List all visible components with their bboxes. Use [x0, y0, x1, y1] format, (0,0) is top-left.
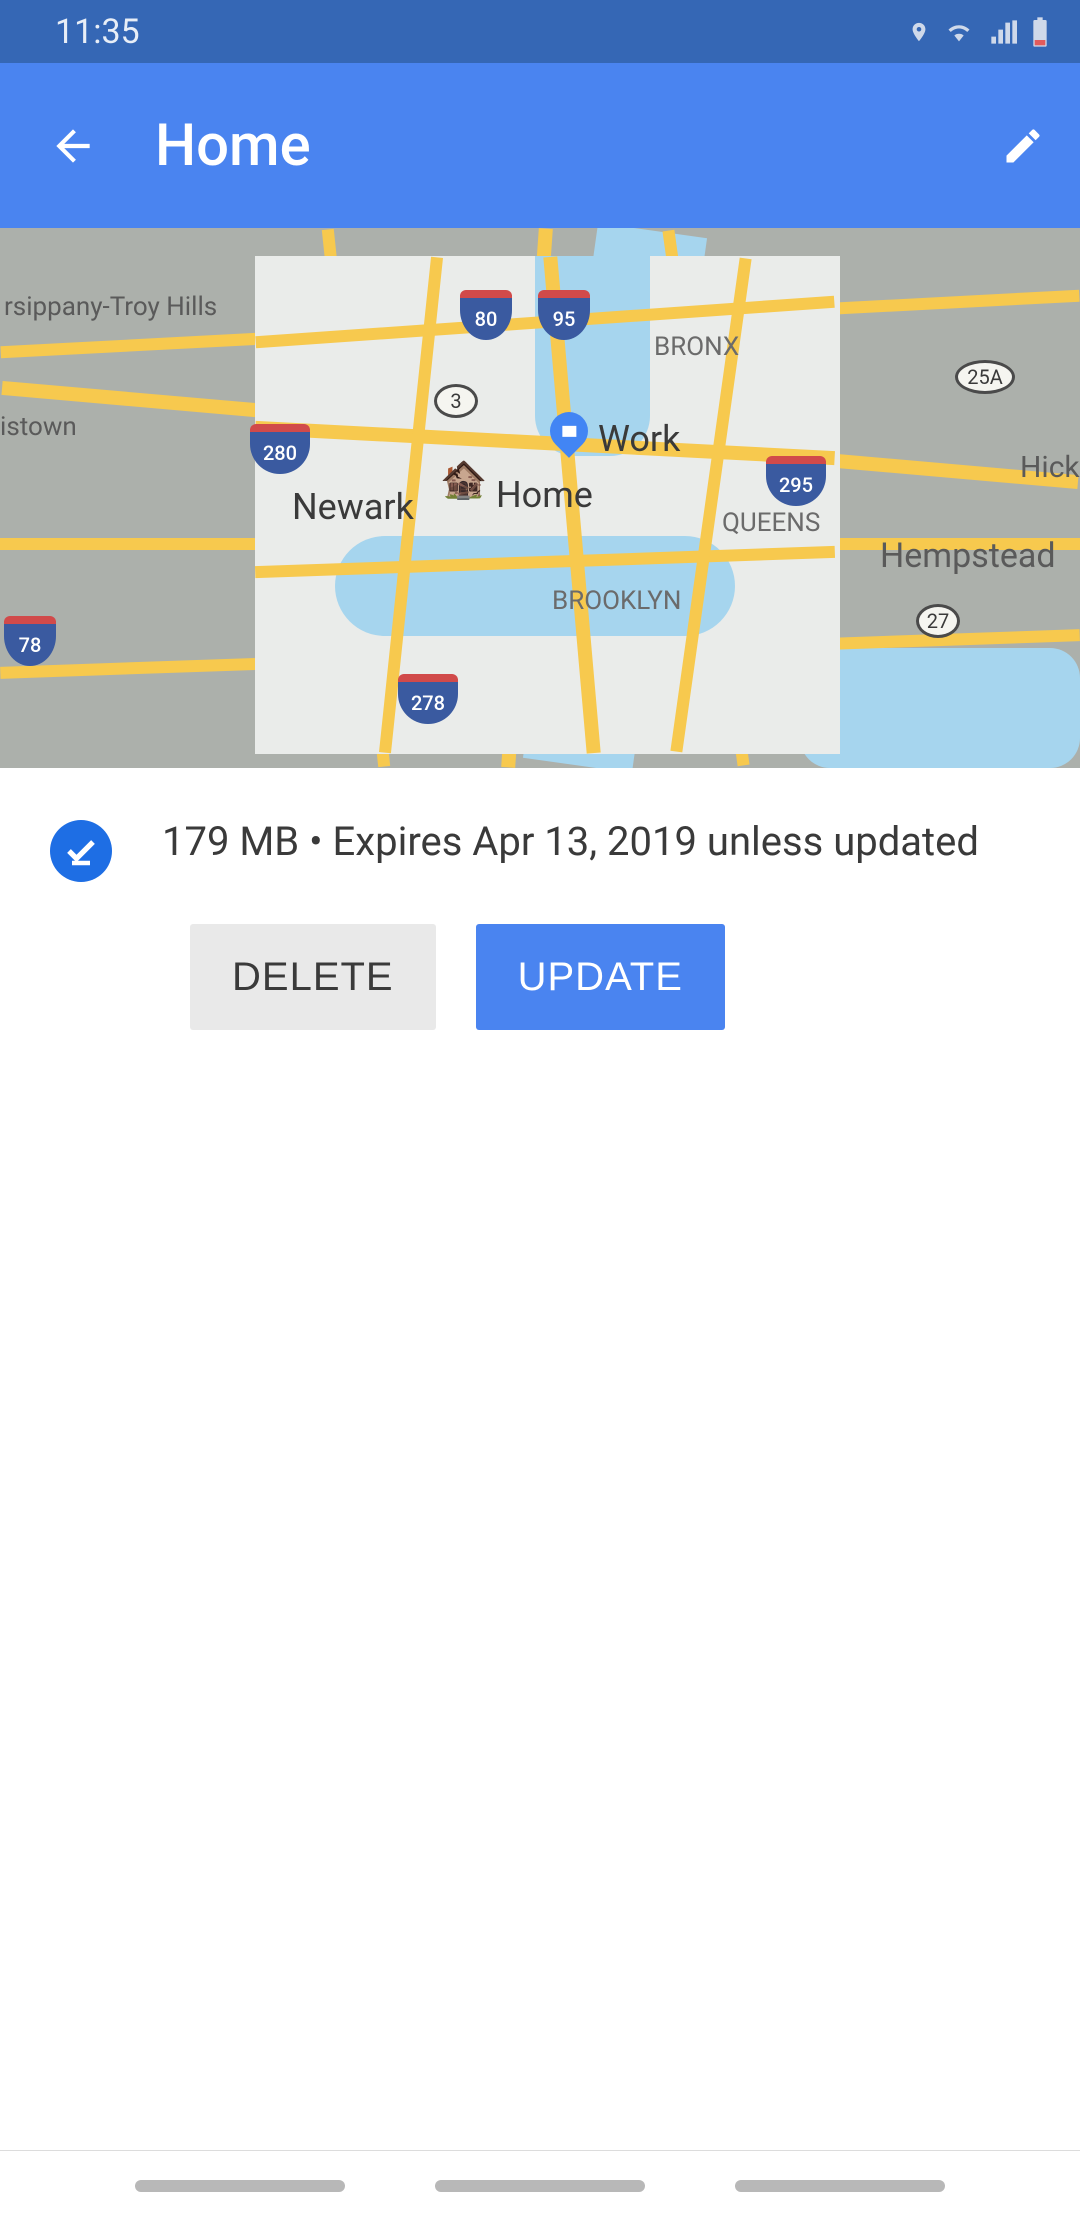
delete-button[interactable]: DELETE	[190, 924, 436, 1030]
system-nav-bar	[0, 2150, 1080, 2220]
map-label-hicksville: Hicks	[1020, 450, 1080, 485]
status-time: 11:35	[55, 12, 140, 52]
edit-button[interactable]	[995, 118, 1050, 173]
shield-route3: 3	[434, 384, 478, 418]
back-button[interactable]	[45, 118, 100, 173]
page-title: Home	[155, 112, 995, 180]
downloaded-check-icon	[50, 820, 112, 882]
pencil-icon	[1001, 124, 1045, 168]
map-preview[interactable]: rsippany-Troy Hills istown BRONX Work Ne…	[0, 228, 1080, 768]
home-marker-icon: 🏚️	[440, 458, 487, 502]
map-label-home: Home	[496, 474, 593, 516]
wifi-icon	[942, 18, 976, 46]
nav-home[interactable]	[435, 2180, 645, 2192]
map-label-newark: Newark	[292, 486, 414, 528]
status-icons	[908, 16, 1050, 48]
location-icon	[908, 17, 930, 47]
update-button[interactable]: UPDATE	[476, 924, 725, 1030]
map-label-queens: QUEENS	[722, 508, 820, 538]
info-row: 179 MB • Expires Apr 13, 2019 unless upd…	[0, 768, 1080, 882]
status-bar: 11:35	[0, 0, 1080, 63]
map-label-bronx: BRONX	[654, 332, 739, 362]
shield-route25a: 25A	[955, 360, 1015, 394]
map-label-istown: istown	[0, 412, 77, 442]
nav-recent[interactable]	[135, 2180, 345, 2192]
status-text: 179 MB • Expires Apr 13, 2019 unless upd…	[162, 814, 979, 870]
battery-icon	[1030, 16, 1050, 48]
map-label-brooklyn: BROOKLYN	[552, 586, 681, 616]
arrow-back-icon	[48, 121, 98, 171]
app-bar: Home	[0, 63, 1080, 228]
shield-route27: 27	[916, 604, 960, 638]
map-label-work: Work	[598, 418, 680, 460]
nav-back[interactable]	[735, 2180, 945, 2192]
action-buttons: DELETE UPDATE	[0, 882, 1080, 1030]
map-label-parsippany: rsippany-Troy Hills	[4, 292, 217, 322]
signal-icon	[988, 18, 1018, 46]
